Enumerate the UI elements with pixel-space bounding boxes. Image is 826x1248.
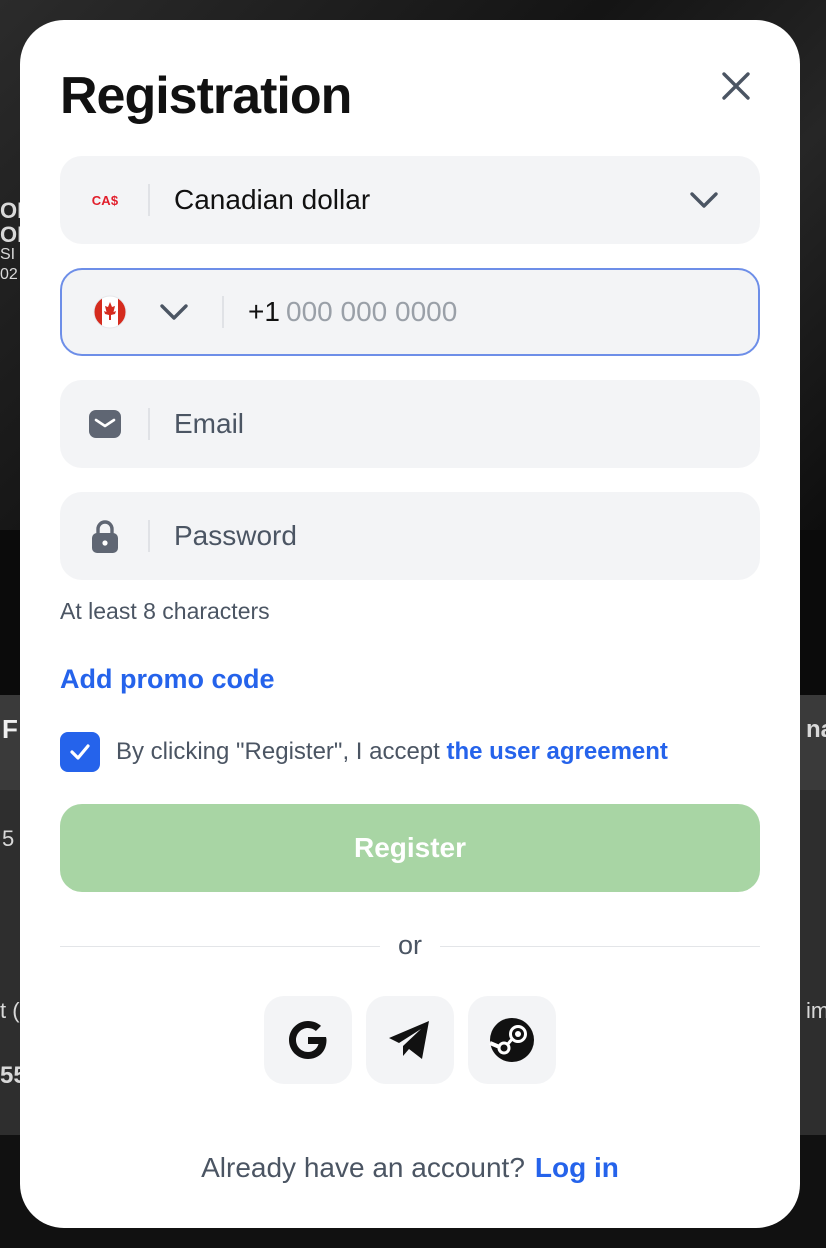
- close-button[interactable]: [714, 64, 758, 108]
- background-text: t (: [0, 998, 20, 1023]
- field-divider: [148, 520, 150, 552]
- background-text: im: [806, 998, 826, 1023]
- agreement-checkbox[interactable]: [60, 732, 100, 772]
- currency-label: Canadian dollar: [174, 184, 371, 215]
- or-label: or: [397, 930, 422, 960]
- steam-login-button[interactable]: [468, 996, 556, 1084]
- phone-field: +1: [60, 268, 760, 356]
- password-hint: At least 8 characters: [60, 598, 270, 624]
- register-button[interactable]: Register: [60, 804, 760, 892]
- background-text: na: [806, 716, 826, 743]
- email-icon-wrap: [60, 380, 150, 468]
- email-input[interactable]: [174, 398, 714, 450]
- checkmark-icon: [70, 744, 90, 760]
- modal-title: Registration: [60, 67, 352, 125]
- background-text: F: [2, 714, 18, 744]
- telegram-icon: [389, 1021, 429, 1059]
- background-text: 02: [0, 266, 18, 283]
- registration-modal: Registration CA$ Canadian dollar +1 000 …: [20, 20, 800, 1228]
- password-field: [60, 492, 760, 580]
- canada-flag-icon: [93, 295, 127, 329]
- currency-badge: CA$: [91, 192, 119, 208]
- field-divider: [148, 184, 150, 216]
- google-login-button[interactable]: [264, 996, 352, 1084]
- background-text: SI: [0, 246, 16, 263]
- envelope-icon: [89, 410, 121, 438]
- lock-icon: [92, 520, 118, 553]
- login-prompt: Already have an account? Log in: [20, 1152, 800, 1184]
- steam-icon: [489, 1018, 534, 1062]
- chevron-down-icon: [690, 192, 718, 208]
- or-divider: or: [60, 926, 760, 966]
- agreement-label: By clicking "Register", I accept: [116, 738, 447, 765]
- password-icon-wrap: [60, 492, 150, 580]
- background-text: 5: [2, 826, 15, 851]
- google-icon: [289, 1021, 327, 1059]
- email-field: [60, 380, 760, 468]
- login-question: Already have an account?: [201, 1152, 525, 1183]
- phone-country-code: +1: [248, 296, 280, 327]
- telegram-login-button[interactable]: [366, 996, 454, 1084]
- currency-badge-wrap: CA$: [60, 156, 150, 244]
- password-input[interactable]: [174, 510, 714, 562]
- phone-input[interactable]: [286, 288, 706, 336]
- login-link[interactable]: Log in: [535, 1152, 619, 1183]
- chevron-down-icon[interactable]: [158, 296, 190, 328]
- field-divider: [222, 296, 224, 328]
- country-selector[interactable]: [92, 294, 128, 335]
- agreement-row: By clicking "Register", I accept the use…: [60, 730, 668, 774]
- add-promo-code-link[interactable]: Add promo code: [60, 664, 275, 695]
- currency-select[interactable]: CA$ Canadian dollar: [60, 156, 760, 244]
- user-agreement-link[interactable]: the user agreement: [447, 738, 668, 765]
- close-icon: [722, 72, 750, 100]
- agreement-text: By clicking "Register", I accept the use…: [116, 738, 668, 766]
- field-divider: [148, 408, 150, 440]
